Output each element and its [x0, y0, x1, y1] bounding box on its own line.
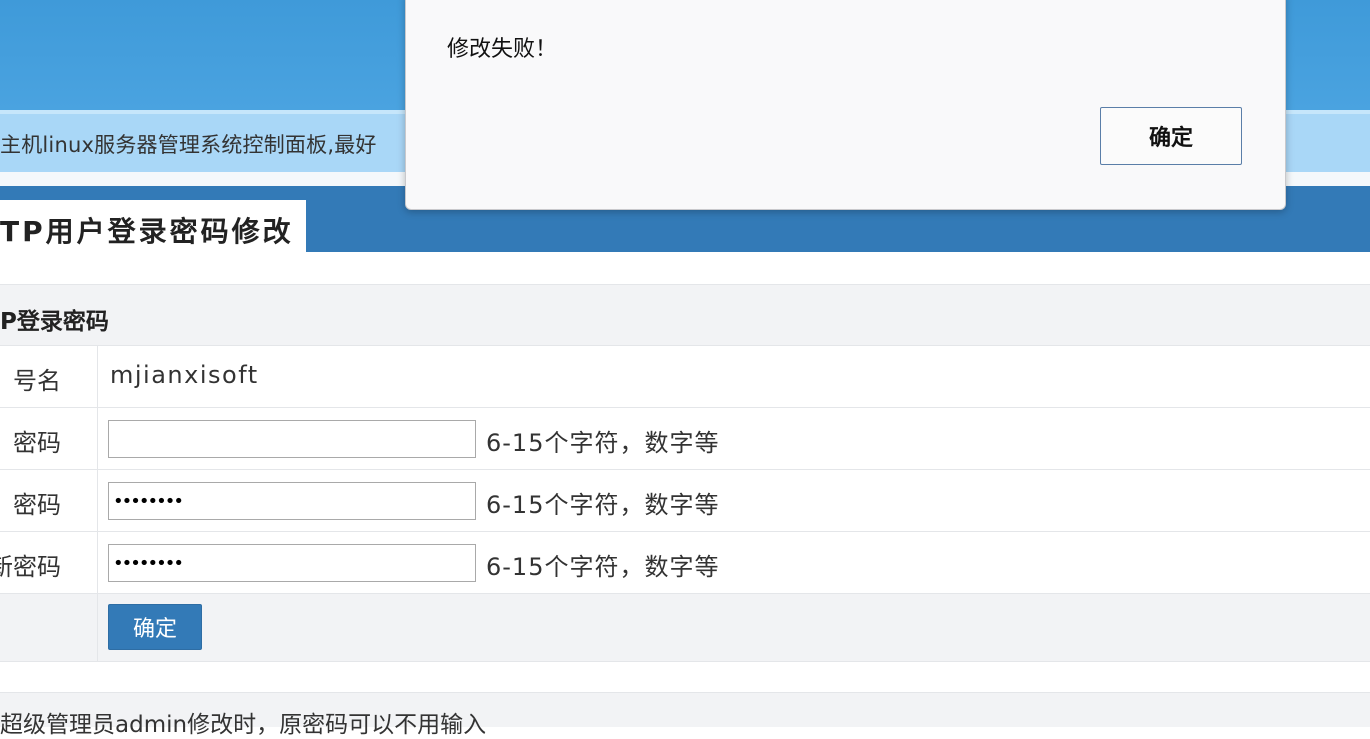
submit-row: 确定 — [0, 594, 1370, 662]
note-text: 超级管理员admin修改时，原密码可以不用输入 — [0, 712, 487, 738]
username-label: 号名 — [13, 367, 61, 395]
confirm-password-input[interactable] — [108, 544, 476, 582]
dialog-ok-button[interactable]: 确定 — [1100, 107, 1242, 165]
old-password-hint: 6-15个字符，数字等 — [486, 429, 720, 457]
confirm-password-hint: 6-15个字符，数字等 — [486, 553, 720, 581]
marquee-text: 主机linux服务器管理系统控制面板,最好 — [0, 133, 377, 157]
alert-dialog: 修改失败！ 确定 — [405, 0, 1286, 210]
label-cell: 密码 — [0, 408, 98, 469]
confirm-password-label: 新密码 — [0, 553, 61, 581]
username-row: 号名 mjianxisoft — [0, 346, 1370, 408]
username-value: mjianxisoft — [110, 361, 259, 389]
page-title: TP用户登录密码修改 — [0, 215, 294, 248]
old-password-input[interactable] — [108, 420, 476, 458]
submit-button[interactable]: 确定 — [108, 604, 202, 650]
old-password-row: 密码 6-15个字符，数字等 — [0, 408, 1370, 470]
new-password-row: 密码 6-15个字符，数字等 — [0, 470, 1370, 532]
new-password-hint: 6-15个字符，数字等 — [486, 491, 720, 519]
note-area: 超级管理员admin修改时，原密码可以不用输入 — [0, 692, 1370, 738]
new-password-label: 密码 — [13, 491, 61, 519]
label-cell: 号名 — [0, 346, 98, 407]
old-password-label: 密码 — [13, 429, 61, 457]
section-header: P登录密码 — [0, 284, 1370, 346]
dialog-message: 修改失败！ — [447, 37, 558, 62]
label-cell: 新密码 — [0, 532, 98, 593]
label-cell: 密码 — [0, 470, 98, 531]
title-tab: TP用户登录密码修改 — [0, 200, 306, 252]
section-title: P登录密码 — [0, 309, 109, 335]
confirm-password-row: 新密码 6-15个字符，数字等 — [0, 532, 1370, 594]
label-cell — [0, 594, 98, 661]
new-password-input[interactable] — [108, 482, 476, 520]
